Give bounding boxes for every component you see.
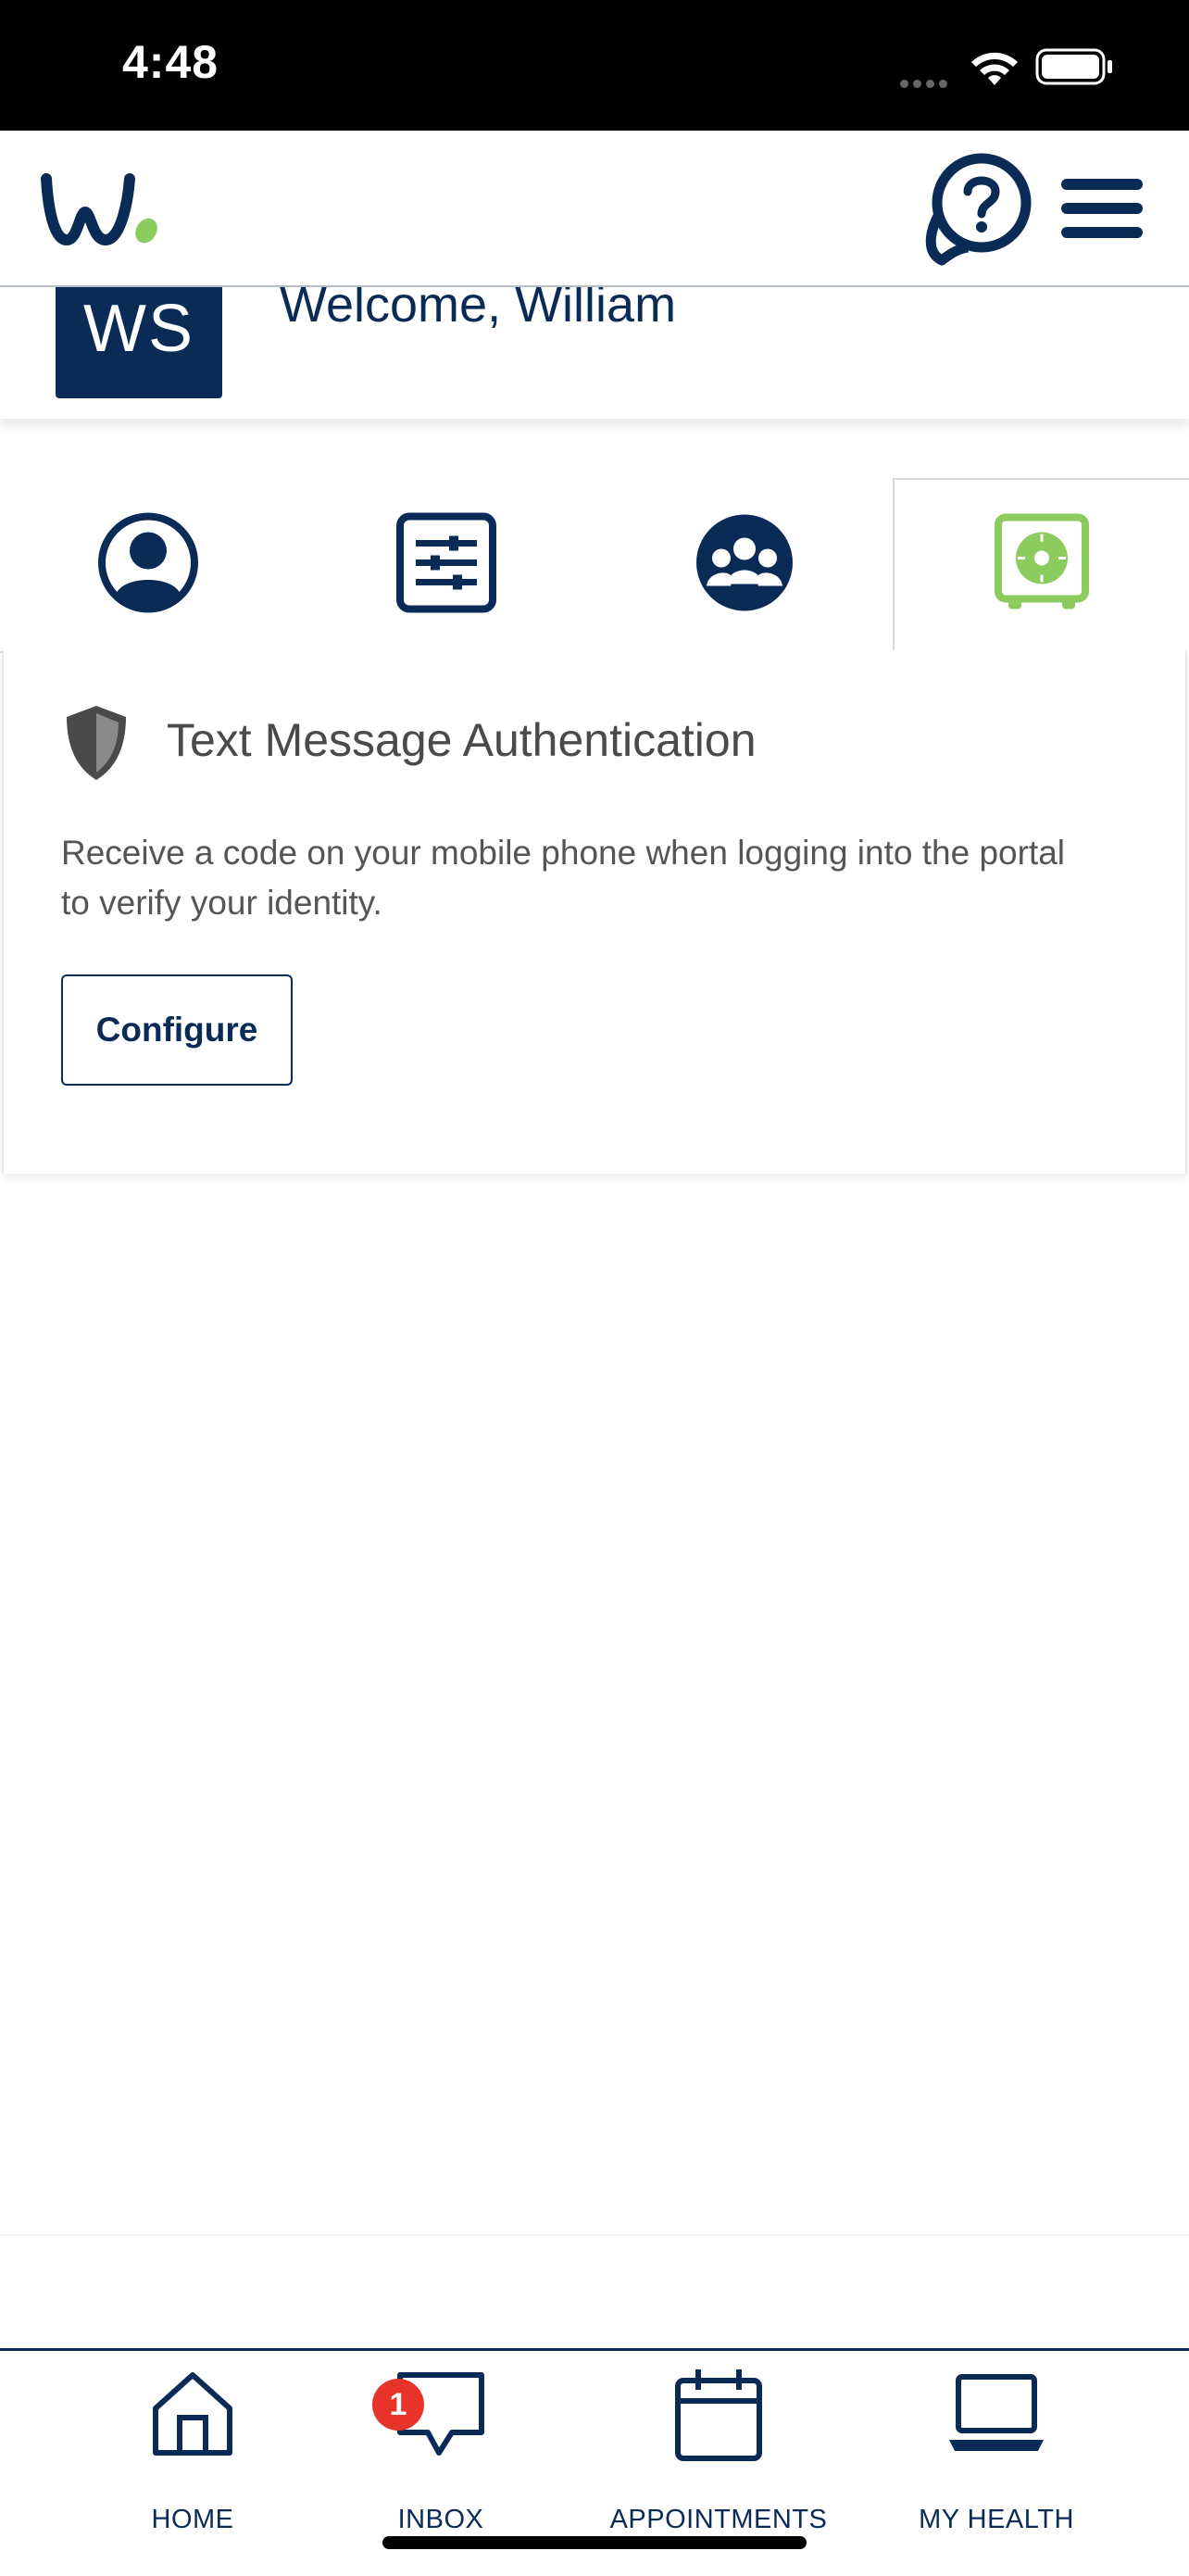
card-description: Receive a code on your mobile phone when…: [61, 834, 1066, 922]
divider: [0, 2234, 1189, 2236]
welcome-text: Welcome, William: [280, 287, 677, 333]
hamburger-menu-icon[interactable]: [1059, 177, 1145, 245]
nav-label: APPOINTMENTS: [609, 2505, 828, 2534]
settings-sliders-icon: [395, 512, 497, 619]
battery-icon: [1035, 48, 1115, 90]
calendar-icon: [672, 2368, 765, 2469]
laptop-icon: [947, 2368, 1045, 2465]
safe-lock-icon: [994, 513, 1090, 620]
welcome-banner: WS Welcome, William: [0, 287, 1189, 419]
home-indicator: [382, 2536, 807, 2549]
card-title: Text Message Authentication: [167, 714, 757, 766]
nav-home[interactable]: HOME: [81, 2368, 304, 2534]
profile-icon: [97, 512, 199, 619]
tab-security[interactable]: [893, 478, 1189, 652]
configure-button[interactable]: Configure: [61, 974, 293, 1086]
status-bar: 4:48: [0, 0, 1189, 131]
tab-preferences[interactable]: [298, 479, 594, 653]
home-icon: [148, 2368, 237, 2465]
group-icon: [694, 512, 795, 619]
nav-appointments[interactable]: APPOINTMENTS: [607, 2368, 830, 2534]
tab-profile[interactable]: [0, 479, 296, 653]
nav-label: MY HEALTH: [919, 2505, 1074, 2534]
nav-my-health[interactable]: MY HEALTH: [885, 2368, 1108, 2534]
inbox-badge: 1: [372, 2379, 424, 2431]
help-chat-icon[interactable]: [920, 151, 1036, 276]
shield-icon: [63, 702, 130, 788]
avatar: WS: [56, 287, 222, 398]
text-message-auth-card: Text Message Authentication Receive a co…: [2, 650, 1187, 1174]
nav-label: INBOX: [397, 2505, 484, 2534]
app-header: [0, 131, 1189, 287]
tab-family[interactable]: [596, 479, 893, 653]
status-time: 4:48: [122, 36, 219, 88]
logo-icon[interactable]: [41, 171, 161, 254]
nav-inbox[interactable]: INBOX: [330, 2368, 552, 2534]
wifi-icon: [969, 48, 1020, 94]
cellular-signal-icon: [900, 76, 952, 93]
nav-label: HOME: [151, 2505, 234, 2534]
